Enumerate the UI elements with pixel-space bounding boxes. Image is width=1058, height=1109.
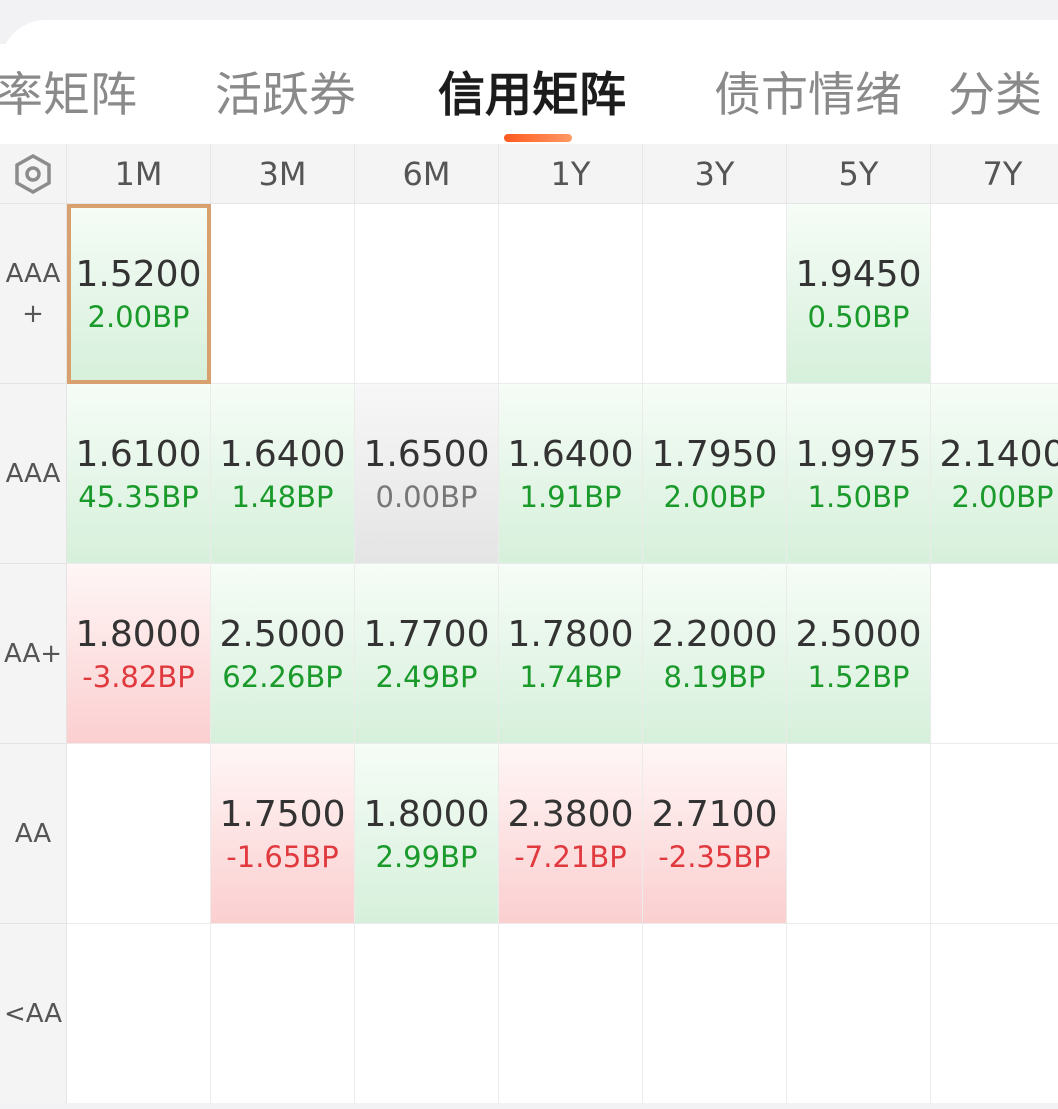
- yield-value: 1.8000: [363, 793, 490, 835]
- yield-change: -3.82BP: [82, 659, 195, 694]
- yield-value: 2.7100: [651, 793, 778, 835]
- credit-matrix-grid: 1M 3M 6M 1Y 3Y 5Y 7Y AAA+ 1.5200 2.00BP 1.9450 0.50…: [0, 144, 1058, 1104]
- matrix-cell-empty: [931, 924, 1058, 1104]
- yield-value: 2.5000: [219, 613, 346, 655]
- yield-change: 1.91BP: [519, 479, 622, 514]
- matrix-cell-empty: [931, 564, 1058, 744]
- column-header-5y[interactable]: 5Y: [787, 144, 931, 204]
- yield-change: -7.21BP: [514, 839, 627, 874]
- yield-change: 2.00BP: [87, 299, 190, 334]
- yield-change: 0.00BP: [375, 479, 478, 514]
- row-label: <AA: [0, 924, 67, 1104]
- yield-change: 1.52BP: [807, 659, 910, 694]
- matrix-cell[interactable]: 1.9975 1.50BP: [787, 384, 931, 564]
- yield-change: 62.26BP: [222, 659, 343, 694]
- matrix-cell[interactable]: 2.1400 2.00BP: [931, 384, 1058, 564]
- matrix-cell-empty: [499, 204, 643, 384]
- yield-value: 1.6400: [219, 433, 346, 475]
- matrix-cell[interactable]: 1.7700 2.49BP: [355, 564, 499, 744]
- yield-change: -2.35BP: [658, 839, 771, 874]
- yield-value: 1.9450: [795, 253, 922, 295]
- matrix-cell[interactable]: 1.7950 2.00BP: [643, 384, 787, 564]
- yield-change: 1.74BP: [519, 659, 622, 694]
- yield-value: 1.7700: [363, 613, 490, 655]
- matrix-cell-empty: [355, 924, 499, 1104]
- yield-change: 8.19BP: [663, 659, 766, 694]
- matrix-cell-empty: [211, 924, 355, 1104]
- active-tab-indicator: [504, 134, 572, 142]
- yield-change: 2.00BP: [663, 479, 766, 514]
- tab-credit-matrix[interactable]: 信用矩阵: [438, 66, 626, 126]
- matrix-cell[interactable]: 1.9450 0.50BP: [787, 204, 931, 384]
- matrix-cell-empty: [787, 744, 931, 924]
- column-header-1y[interactable]: 1Y: [499, 144, 643, 204]
- matrix-cell-empty: [67, 924, 211, 1104]
- column-header-6m[interactable]: 6M: [355, 144, 499, 204]
- yield-change: 1.50BP: [807, 479, 910, 514]
- matrix-cell-empty: [643, 924, 787, 1104]
- yield-value: 2.1400: [939, 433, 1058, 475]
- matrix-cell[interactable]: 1.6500 0.00BP: [355, 384, 499, 564]
- matrix-cell[interactable]: 1.6400 1.48BP: [211, 384, 355, 564]
- yield-change: 45.35BP: [78, 479, 199, 514]
- yield-change: 2.49BP: [375, 659, 478, 694]
- tab-bond-sentiment[interactable]: 债市情绪: [714, 66, 902, 126]
- matrix-cell-empty: [643, 204, 787, 384]
- yield-change: 1.48BP: [231, 479, 334, 514]
- yield-value: 1.8000: [75, 613, 202, 655]
- yield-value: 2.3800: [507, 793, 634, 835]
- matrix-cell[interactable]: 1.7500 -1.65BP: [211, 744, 355, 924]
- column-header-3m[interactable]: 3M: [211, 144, 355, 204]
- row-label: AA: [0, 744, 67, 924]
- matrix-cell[interactable]: 1.6400 1.91BP: [499, 384, 643, 564]
- tab-active-bonds[interactable]: 活跃券: [215, 66, 356, 126]
- yield-value: 1.9975: [795, 433, 922, 475]
- settings-icon: [15, 153, 51, 194]
- bottom-edge: [0, 1103, 1058, 1109]
- yield-change: 2.99BP: [375, 839, 478, 874]
- matrix-cell[interactable]: 1.8000 -3.82BP: [67, 564, 211, 744]
- matrix-cell-empty: [67, 744, 211, 924]
- yield-value: 1.6500: [363, 433, 490, 475]
- yield-value: 1.6400: [507, 433, 634, 475]
- column-header-3y[interactable]: 3Y: [643, 144, 787, 204]
- column-header-1m[interactable]: 1M: [67, 144, 211, 204]
- yield-change: 0.50BP: [807, 299, 910, 334]
- row-label: AAA: [0, 384, 67, 564]
- yield-value: 1.7500: [219, 793, 346, 835]
- matrix-cell[interactable]: 1.8000 2.99BP: [355, 744, 499, 924]
- tab-bar: 率矩阵 活跃券 信用矩阵 债市情绪 分类: [0, 44, 1058, 144]
- matrix-cell-empty: [931, 204, 1058, 384]
- yield-change: 2.00BP: [951, 479, 1054, 514]
- yield-value: 1.7800: [507, 613, 634, 655]
- matrix-cell[interactable]: 2.2000 8.19BP: [643, 564, 787, 744]
- yield-change: -1.65BP: [226, 839, 339, 874]
- matrix-cell[interactable]: 1.5200 2.00BP: [67, 204, 211, 384]
- matrix-cell[interactable]: 2.3800 -7.21BP: [499, 744, 643, 924]
- yield-value: 1.7950: [651, 433, 778, 475]
- matrix-cell[interactable]: 2.5000 1.52BP: [787, 564, 931, 744]
- tab-rate-matrix[interactable]: 率矩阵: [0, 66, 137, 126]
- matrix-cell[interactable]: 1.7800 1.74BP: [499, 564, 643, 744]
- row-label: AA+: [0, 564, 67, 744]
- matrix-cell-empty: [499, 924, 643, 1104]
- matrix-cell-empty: [211, 204, 355, 384]
- matrix-cell-empty: [787, 924, 931, 1104]
- row-label: AAA+: [0, 204, 67, 384]
- matrix-cell[interactable]: 2.5000 62.26BP: [211, 564, 355, 744]
- matrix-cell-empty: [931, 744, 1058, 924]
- tab-category[interactable]: 分类: [948, 66, 1042, 126]
- matrix-cell[interactable]: 2.7100 -2.35BP: [643, 744, 787, 924]
- yield-value: 2.5000: [795, 613, 922, 655]
- yield-value: 2.2000: [651, 613, 778, 655]
- yield-value: 1.5200: [75, 253, 202, 295]
- matrix-settings-button[interactable]: [0, 144, 67, 204]
- matrix-cell[interactable]: 1.6100 45.35BP: [67, 384, 211, 564]
- yield-value: 1.6100: [75, 433, 202, 475]
- column-header-7y[interactable]: 7Y: [931, 144, 1058, 204]
- matrix-cell-empty: [355, 204, 499, 384]
